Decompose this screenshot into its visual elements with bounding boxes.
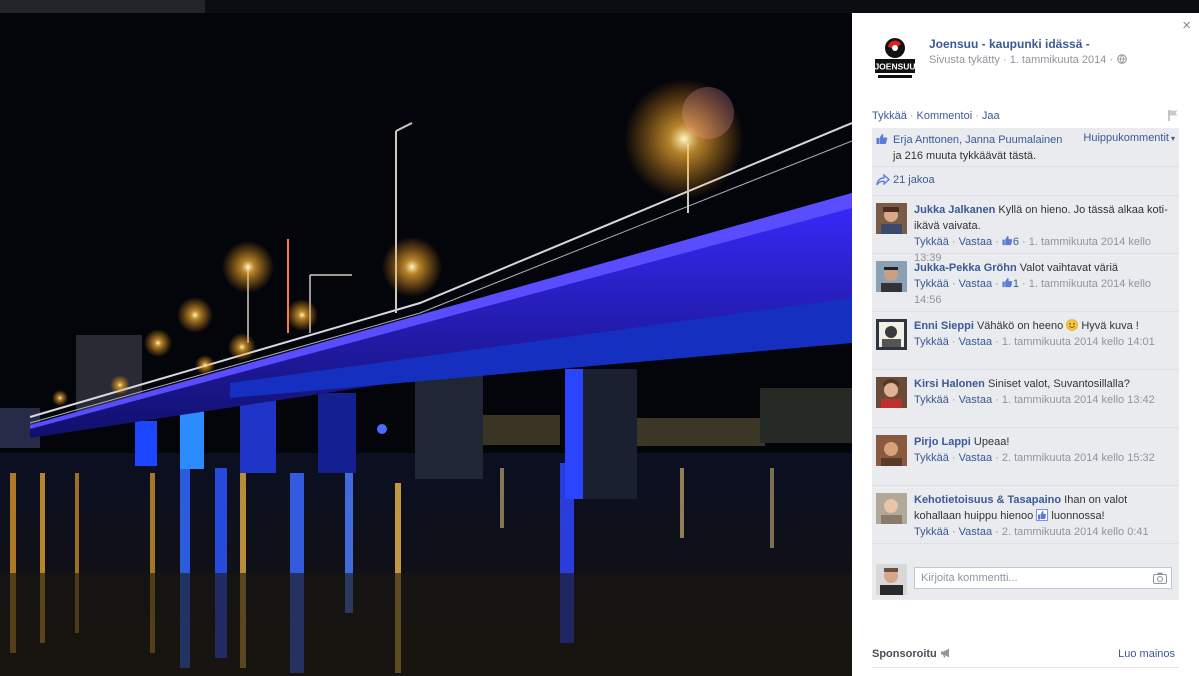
- share-post-link[interactable]: Jaa: [982, 110, 1000, 122]
- shares-count-link[interactable]: 21 jakoa: [893, 174, 935, 186]
- comment-timestamp[interactable]: 1. tammikuuta 2014 kello 14:01: [1002, 336, 1155, 348]
- page-logo[interactable]: JOENSUU: [872, 35, 918, 83]
- top-comments-dropdown[interactable]: Huippukommentit ▾: [1083, 132, 1175, 144]
- comment-item: Kehotietoisuus & Tasapaino Ihan on valot…: [872, 486, 1179, 544]
- thumbs-up-icon: [1002, 235, 1013, 246]
- comment-text: Vähäkö on heeno: [976, 320, 1064, 332]
- comment-item: Jukka-Pekka Gröhn Valot vaihtavat väriä …: [872, 254, 1179, 312]
- avatar[interactable]: [876, 203, 907, 234]
- logo-text: JOENSUU: [874, 62, 915, 72]
- comment-like-count[interactable]: 1: [1013, 278, 1019, 290]
- share-icon: [876, 174, 890, 186]
- thumbs-up-emoji-icon: [1036, 509, 1049, 521]
- likes-text: Erja Anttonen, Janna Puumalainen ja 216 …: [893, 132, 1071, 164]
- flag-icon[interactable]: [1167, 109, 1179, 121]
- comment-like-link[interactable]: Tykkää: [914, 452, 949, 464]
- comment-timestamp[interactable]: 1. tammikuuta 2014 kello 13:42: [1002, 394, 1155, 406]
- comment-reply-link[interactable]: Vastaa: [959, 278, 992, 290]
- comment-timestamp[interactable]: 2. tammikuuta 2014 kello 15:32: [1002, 452, 1155, 464]
- comment-timestamp[interactable]: 2. tammikuuta 2014 kello 0:41: [1002, 526, 1149, 538]
- camera-icon[interactable]: [1153, 572, 1167, 584]
- post-actions: Tykkää · Kommentoi · Jaa: [872, 110, 1000, 122]
- bridge-night-photo: [0, 13, 852, 676]
- sponsored-heading: Sponsoroitu: [872, 648, 952, 660]
- smiley-emoji-icon: [1066, 319, 1079, 331]
- comment-like-link[interactable]: Tykkää: [914, 526, 949, 538]
- comment-text: Upeaa!: [973, 436, 1010, 448]
- comment-author-link[interactable]: Jukka-Pekka Gröhn: [914, 262, 1017, 274]
- write-comment-row: [872, 558, 1179, 600]
- avatar[interactable]: [876, 261, 907, 292]
- dropdown-arrow-icon: ▾: [1170, 134, 1175, 143]
- current-user-avatar: [876, 564, 907, 595]
- megaphone-icon: [940, 648, 949, 658]
- avatar[interactable]: [876, 493, 907, 524]
- likes-summary: Erja Anttonen, Janna Puumalainen ja 216 …: [872, 128, 1179, 167]
- comments-list: Jukka Jalkanen Kyllä on hieno. Jo tässä …: [872, 196, 1179, 544]
- create-ad-link[interactable]: Luo mainos: [1118, 648, 1175, 660]
- comment-text-suffix: Hyvä kuva !: [1081, 320, 1139, 332]
- comment-reply-link[interactable]: Vastaa: [959, 452, 992, 464]
- comment-reply-link[interactable]: Vastaa: [959, 336, 992, 348]
- top-comments-label: Huippukommentit: [1083, 132, 1169, 144]
- avatar[interactable]: [876, 435, 907, 466]
- divider: [872, 667, 1179, 668]
- sponsored-label: Sponsoroitu: [872, 648, 937, 660]
- comment-reply-link[interactable]: Vastaa: [959, 526, 992, 538]
- likers-names-link[interactable]: Erja Anttonen, Janna Puumalainen: [893, 134, 1062, 146]
- like-post-link[interactable]: Tykkää: [872, 110, 907, 122]
- comment-author-link[interactable]: Jukka Jalkanen: [914, 204, 995, 216]
- avatar[interactable]: [876, 319, 907, 350]
- post-meta: Sivusta tykätty · 1. tammikuuta 2014 ·: [929, 54, 1127, 66]
- comment-reply-link[interactable]: Vastaa: [959, 236, 992, 248]
- comment-item: Enni Sieppi Vähäkö on heeno Hyvä kuva ! …: [872, 312, 1179, 370]
- post-meta-text: Sivusta tykätty · 1. tammikuuta 2014 ·: [929, 54, 1114, 66]
- page-name-link[interactable]: Joensuu - kaupunki idässä -: [929, 37, 1090, 51]
- comment-like-link[interactable]: Tykkää: [914, 336, 949, 348]
- comment-author-link[interactable]: Kehotietoisuus & Tasapaino: [914, 494, 1061, 506]
- comment-author-link[interactable]: Pirjo Lappi: [914, 436, 971, 448]
- comment-text-suffix: luonnossa!: [1051, 510, 1105, 522]
- likes-rest-text: ja 216 muuta tykkäävät tästä.: [893, 150, 1037, 162]
- thumbs-up-icon: [876, 134, 888, 144]
- thumbs-up-icon: [1002, 277, 1013, 288]
- comment-item: Pirjo Lappi Upeaa! Tykkää · Vastaa · 2. …: [872, 428, 1179, 486]
- comment-like-link[interactable]: Tykkää: [914, 236, 949, 248]
- photo-viewer[interactable]: [0, 13, 852, 676]
- comment-input[interactable]: [914, 567, 1172, 589]
- comment-like-link[interactable]: Tykkää: [914, 394, 949, 406]
- close-button[interactable]: ×: [1182, 17, 1191, 34]
- post-side-panel: × JOENSUU Joensuu - kaupunki idässä - Si…: [852, 13, 1199, 676]
- comment-item: Kirsi Halonen Siniset valot, Suvantosill…: [872, 370, 1179, 428]
- comment-timestamp[interactable]: 1. tammikuuta 2014 kello 14:56: [914, 278, 1151, 306]
- comment-like-count[interactable]: 6: [1013, 236, 1019, 248]
- comment-text: Siniset valot, Suvantosillalla?: [987, 378, 1130, 390]
- browser-tab[interactable]: [0, 0, 205, 13]
- comment-text: Valot vaihtavat väriä: [1019, 262, 1119, 274]
- avatar[interactable]: [876, 377, 907, 408]
- comment-post-link[interactable]: Kommentoi: [917, 110, 973, 122]
- comment-author-link[interactable]: Kirsi Halonen: [914, 378, 985, 390]
- feedback-area: Erja Anttonen, Janna Puumalainen ja 216 …: [872, 128, 1179, 600]
- comment-reply-link[interactable]: Vastaa: [959, 394, 992, 406]
- comment-like-link[interactable]: Tykkää: [914, 278, 949, 290]
- comment-item: Jukka Jalkanen Kyllä on hieno. Jo tässä …: [872, 196, 1179, 264]
- comment-author-link[interactable]: Enni Sieppi: [914, 320, 974, 332]
- globe-icon: [1117, 54, 1127, 64]
- shares-summary[interactable]: 21 jakoa: [872, 167, 1179, 196]
- browser-top-bar: [0, 0, 1199, 13]
